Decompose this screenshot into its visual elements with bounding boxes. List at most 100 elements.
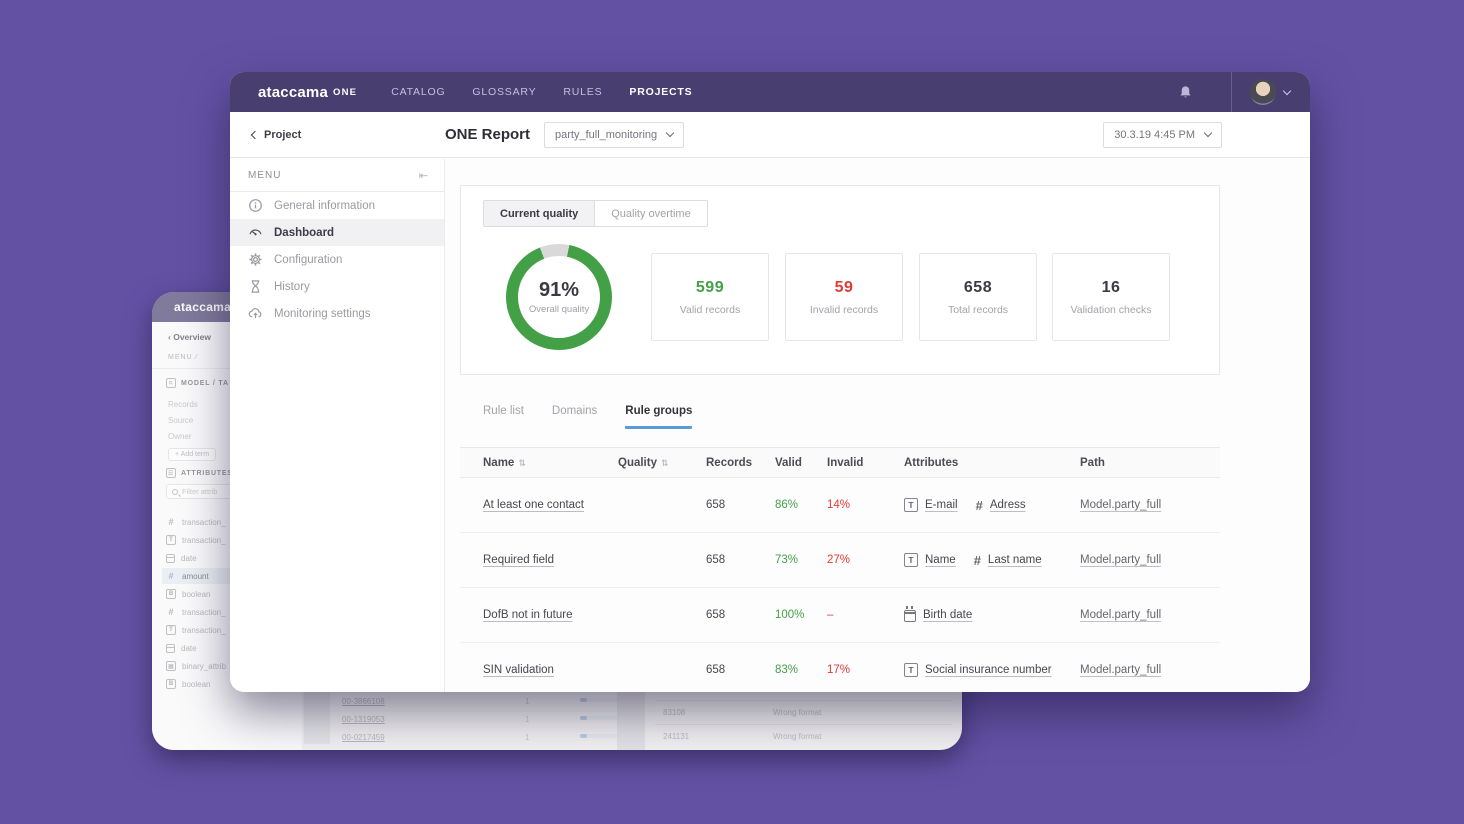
rule-link[interactable]: SIN validation — [483, 664, 554, 676]
records-cell: 658 — [706, 609, 775, 621]
nav-rules[interactable]: RULES — [563, 86, 602, 98]
rule-link[interactable]: Required field — [483, 554, 554, 566]
desktop-background: ataccama ‹ Overview MENU ∕ ⌑ MODEL / TA … — [0, 0, 1464, 824]
chevron-down-icon — [1204, 129, 1212, 137]
record-count: 1 — [525, 697, 529, 706]
path-link[interactable]: Model.party_full — [1080, 609, 1161, 621]
table-row[interactable]: DofB not in future 658 100% – Birth date… — [460, 588, 1220, 643]
rule-tabs: Rule list Domains Rule groups — [483, 405, 692, 429]
path-link[interactable]: Model.party_full — [1080, 499, 1161, 511]
record-count: 1 — [525, 715, 529, 724]
table-row[interactable]: Required field 658 73% 27% TName #Last n… — [460, 533, 1220, 588]
stat-label: Valid records — [680, 304, 741, 316]
menu-label: MENU — [248, 170, 281, 181]
section-attributes: ☰ ATTRIBUTES — [166, 468, 233, 478]
tab-rule-groups[interactable]: Rule groups — [625, 405, 692, 429]
pin-icon[interactable]: ∕ — [196, 354, 198, 361]
bell-icon[interactable] — [1178, 85, 1193, 100]
valid-cell: 73% — [775, 554, 827, 566]
rule-link[interactable]: At least one contact — [483, 499, 584, 511]
stat-value: 16 — [1102, 279, 1121, 297]
attribute-chip[interactable]: Birth date — [904, 609, 972, 622]
back-link-project[interactable]: Project — [252, 129, 445, 141]
collapse-sidebar-icon[interactable]: ⇤ — [419, 169, 428, 182]
records-cell: 658 — [706, 554, 775, 566]
column-header-valid: Valid — [775, 457, 827, 469]
valid-cell: 83% — [775, 664, 827, 676]
nav-glossary[interactable]: GLOSSARY — [472, 86, 536, 98]
donut-center: 91% Overall quality — [518, 256, 600, 338]
info-icon — [248, 198, 263, 213]
calendar-icon — [166, 644, 175, 653]
chevron-down-icon — [1283, 86, 1291, 94]
sidebar-item-monitoring-settings[interactable]: Monitoring settings — [230, 300, 444, 327]
dashboard-icon — [248, 225, 263, 240]
path-link[interactable]: Model.party_full — [1080, 664, 1161, 676]
table-row[interactable]: At least one contact 658 86% 14% TE-mail… — [460, 478, 1220, 533]
stat-label: Total records — [948, 304, 1008, 316]
sort-icon[interactable]: ⇅ — [661, 458, 669, 468]
ataccama-logo: ataccama — [258, 84, 328, 101]
model-icon: ⌑ — [166, 378, 176, 388]
meta-records: Records — [168, 400, 198, 409]
back-link-overview[interactable]: ‹ Overview — [168, 332, 211, 342]
tab-current-quality[interactable]: Current quality — [483, 200, 595, 227]
ataccama-logo: ataccama — [174, 300, 231, 314]
add-term-button[interactable]: + Add term — [168, 448, 216, 461]
gear-icon — [248, 252, 263, 267]
quality-tabs: Current quality Quality overtime — [483, 200, 708, 227]
valid-cell: 100% — [775, 609, 827, 621]
invalid-cell: – — [827, 609, 904, 621]
attribute-chip[interactable]: #Adress — [976, 498, 1026, 513]
nav-projects[interactable]: PROJECTS — [629, 86, 692, 98]
attribute-chip[interactable]: TSocial insurance number — [904, 663, 1052, 677]
record-count: 1 — [525, 733, 529, 742]
record-id-link[interactable]: 00-3866108 — [342, 697, 385, 706]
sample-status: Wrong format — [773, 732, 821, 741]
report-select[interactable]: party_full_monitoring — [544, 122, 684, 148]
stat-validation-checks: 16 Validation checks — [1052, 253, 1170, 341]
record-id-link[interactable]: 00-0217459 — [342, 733, 385, 742]
column-header-records: Records — [706, 457, 775, 469]
sidebar-item-configuration[interactable]: Configuration — [230, 246, 444, 273]
sidebar-item-general-information[interactable]: General information — [230, 192, 444, 219]
hourglass-icon — [248, 279, 263, 294]
calendar-icon — [904, 610, 916, 622]
avatar[interactable] — [1250, 79, 1276, 105]
stat-value: 658 — [964, 279, 992, 297]
invalid-sample-row: 241131 Wrong format — [655, 724, 952, 748]
main-window: ataccama ONE CATALOG GLOSSARY RULES PROJ… — [230, 72, 1310, 692]
tab-domains[interactable]: Domains — [552, 405, 597, 429]
table-row[interactable]: SIN validation 658 83% 17% TSocial insur… — [460, 643, 1220, 692]
sort-icon[interactable]: ⇅ — [518, 458, 526, 468]
sidebar-item-history[interactable]: History — [230, 273, 444, 300]
attribute-chip[interactable]: TE-mail — [904, 498, 958, 513]
sidebar-item-dashboard[interactable]: Dashboard — [230, 219, 444, 246]
type-number-icon: # — [166, 571, 176, 581]
tab-quality-overtime[interactable]: Quality overtime — [595, 200, 707, 227]
sidebar-header: MENU ⇤ — [230, 159, 444, 192]
nav-catalog[interactable]: CATALOG — [391, 86, 445, 98]
column-header-name[interactable]: Name⇅ — [483, 457, 618, 469]
date-select[interactable]: 30.3.19 4:45 PM — [1103, 122, 1222, 148]
search-icon — [172, 489, 178, 495]
attribute-chip[interactable]: TName — [904, 553, 956, 568]
sample-value: 241131 — [663, 732, 689, 741]
type-text-icon: T — [904, 663, 918, 677]
section-model-table: ⌑ MODEL / TA — [166, 378, 229, 388]
cloud-icon — [248, 306, 263, 321]
valid-cell: 86% — [775, 499, 827, 511]
column-header-quality[interactable]: Quality⇅ — [618, 457, 706, 469]
calendar-icon — [166, 554, 175, 563]
attribute-chip[interactable]: #Last name — [974, 553, 1042, 568]
record-id-link[interactable]: 00-1319053 — [342, 715, 385, 724]
path-link[interactable]: Model.party_full — [1080, 554, 1161, 566]
rule-link[interactable]: DofB not in future — [483, 609, 573, 621]
user-menu[interactable] — [1232, 79, 1310, 105]
type-text-icon: T — [166, 625, 176, 635]
attributes-icon: ☰ — [166, 468, 176, 478]
chevron-down-icon — [666, 129, 674, 137]
stat-valid-records: 599 Valid records — [651, 253, 769, 341]
tab-rule-list[interactable]: Rule list — [483, 405, 524, 429]
report-sidebar: MENU ⇤ General information Dashboard Con… — [230, 159, 445, 692]
